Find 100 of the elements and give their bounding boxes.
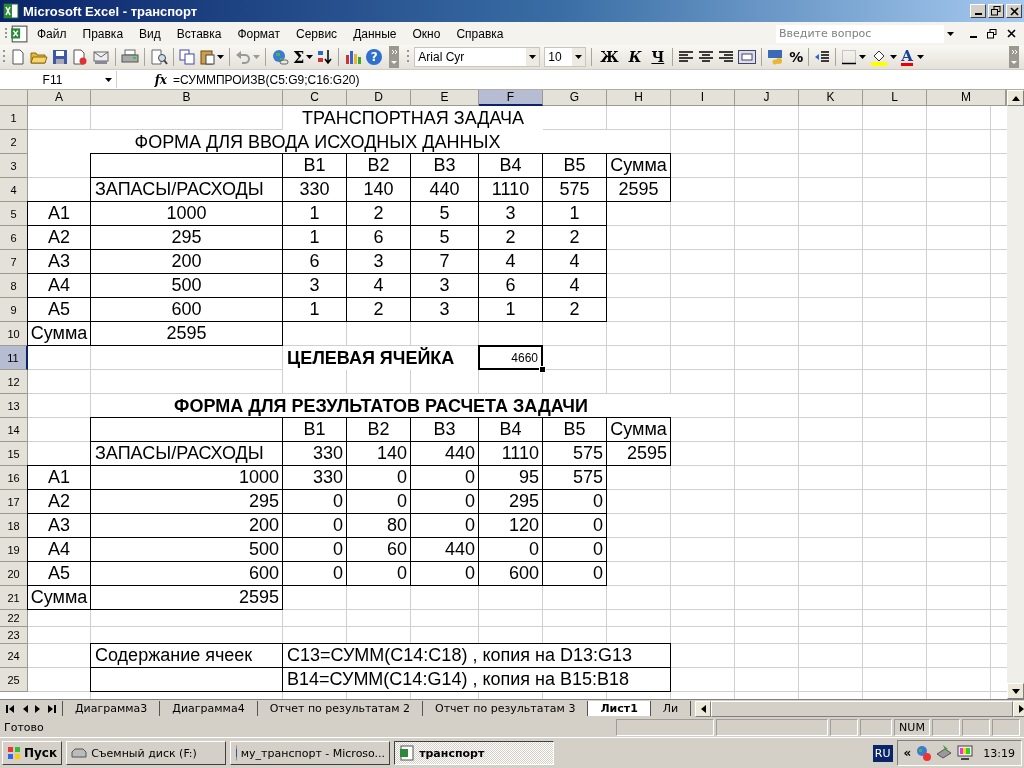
help-search-field[interactable]: Введите вопрос [776,24,944,43]
minimize-button[interactable] [970,4,986,18]
column-header[interactable]: F [479,90,543,106]
column-header[interactable]: M [927,90,1006,106]
caret-icon[interactable] [947,31,954,36]
row-header[interactable]: 16 [0,466,28,490]
merge-cells-icon[interactable] [738,50,757,64]
taskbar-button[interactable]: транспорт [394,741,555,765]
menu-item[interactable]: Справка [449,24,511,43]
row-header[interactable]: 8 [0,274,28,298]
previous-sheet-icon[interactable] [22,704,28,713]
row-header[interactable]: 2 [0,130,28,154]
column-header[interactable]: C [283,90,347,106]
sheet-tab[interactable]: Диаграмма4 [159,701,258,716]
row-header[interactable]: 7 [0,250,28,274]
menu-item[interactable]: Данные [346,24,404,43]
start-button[interactable]: Пуск [2,741,63,765]
up-arrow-icon[interactable] [1011,95,1020,101]
caret-icon[interactable] [105,77,112,82]
toolbar-options-icon[interactable] [389,46,400,68]
minimize-icon[interactable] [970,35,977,38]
menu-item[interactable]: Вставка [169,24,229,43]
row-header[interactable]: 9 [0,298,28,322]
fill-color-button[interactable] [870,48,898,66]
row-header[interactable]: 12 [0,370,28,394]
right-arrow-icon[interactable] [1018,704,1024,713]
next-sheet-icon[interactable] [35,704,41,713]
column-header[interactable]: I [671,90,735,106]
left-arrow-icon[interactable] [700,704,706,713]
row-header[interactable]: 14 [0,418,28,442]
sort-icon[interactable] [317,49,334,65]
fill-handle[interactable] [539,366,546,373]
close-button[interactable] [1006,4,1022,18]
menu-item[interactable]: Окно [405,24,448,43]
last-sheet-icon[interactable] [48,704,57,713]
show-hidden-icons-button[interactable]: « [903,746,912,760]
sheet-tab[interactable]: Диаграмма3 [62,701,161,716]
row-header[interactable]: 1 [0,106,28,130]
bar-chart-icon[interactable] [344,49,363,65]
italic-button[interactable]: К [625,49,645,65]
printer-icon[interactable] [121,49,139,65]
close-icon[interactable] [1007,29,1016,38]
undo-button[interactable] [235,49,260,65]
column-header[interactable]: E [411,90,479,106]
row-header[interactable]: 21 [0,586,28,610]
language-indicator[interactable]: RU [872,744,893,762]
help-button[interactable]: ? [366,49,383,65]
align-left-icon[interactable] [678,50,695,64]
restore-button[interactable] [988,4,1004,18]
scroll-right-button[interactable] [1013,700,1024,717]
row-header[interactable]: 22 [0,610,28,627]
decrease-indent-icon[interactable] [814,50,831,64]
row-header[interactable]: 11 [0,346,28,370]
vertical-scrollbar[interactable] [1007,90,1024,699]
column-header[interactable]: B [91,90,283,106]
scroll-left-button[interactable] [695,700,712,717]
paste-button[interactable] [199,49,224,65]
dropdown-button[interactable] [526,48,540,66]
scroll-down-button[interactable] [1007,683,1024,699]
new-document-icon[interactable] [10,49,26,65]
underline-button[interactable]: Ч [648,49,668,65]
align-right-icon[interactable] [718,50,735,64]
network-icon[interactable] [914,744,933,762]
sheet-tab[interactable]: Ли [649,701,692,716]
align-center-icon[interactable] [698,50,715,64]
globe-icon[interactable] [271,49,289,65]
row-header[interactable]: 18 [0,514,28,538]
sheet-tab[interactable]: Лист1 [587,701,651,716]
menu-item[interactable]: Правка [75,24,131,43]
envelope-icon[interactable] [92,49,110,65]
name-box[interactable]: F11 [0,72,105,87]
folder-icon[interactable] [30,49,48,65]
menu-item[interactable]: Формат [230,24,288,43]
menu-item[interactable]: Вид [132,24,168,43]
copy-icon[interactable] [179,49,195,65]
toolbar-options-icon[interactable] [1009,46,1019,68]
row-header[interactable]: 5 [0,202,28,226]
column-header[interactable]: K [799,90,863,106]
scroll-up-button[interactable] [1007,90,1024,106]
monitor-icon[interactable] [956,744,975,762]
borders-button[interactable] [841,49,867,65]
column-header[interactable]: H [607,90,671,106]
formula-field[interactable]: =СУММПРОИЗВ(C5:G9;C16:G20) [173,72,360,87]
taskbar-button[interactable]: Съемный диск (F:) [66,741,227,765]
first-sheet-icon[interactable] [6,704,15,713]
sum-button[interactable]: Σ [293,47,314,67]
sheet-tab[interactable]: Отчет по результатам 2 [256,701,424,716]
percent-button[interactable]: % [789,49,804,65]
caret-icon[interactable] [916,55,924,59]
menu-item[interactable]: Сервис [289,24,345,43]
dropdown-button[interactable] [572,48,586,66]
print-preview-icon[interactable] [150,49,168,65]
row-header[interactable]: 15 [0,442,28,466]
down-arrow-icon[interactable] [1011,688,1020,694]
column-header[interactable]: A [28,90,91,106]
insert-function-button[interactable]: fx [117,72,173,87]
column-header[interactable]: D [347,90,411,106]
column-header[interactable]: G [543,90,607,106]
row-header[interactable]: 20 [0,562,28,586]
bold-button[interactable]: Ж [597,49,622,65]
